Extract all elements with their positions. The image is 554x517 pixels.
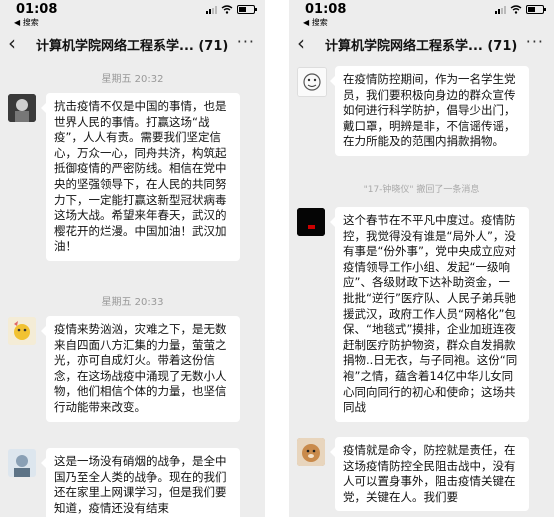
back-arrow-icon[interactable]: ‹ — [297, 31, 305, 55]
chat-screen-left: 01:08 ◀ 搜索 ‹ 计算机学院网络工程系学... (71) ··· 星期五… — [0, 0, 265, 517]
back-to-search-link[interactable]: ◀ 搜索 — [14, 17, 39, 28]
message-bubble[interactable]: 在疫情防控期间，作为一名学生党员，我们要积极向身边的群众宣传如何进行科学防护，倡… — [330, 66, 529, 156]
status-time: 01:08 — [16, 2, 58, 17]
wifi-icon — [510, 5, 522, 14]
back-to-search-link[interactable]: ◀ 搜索 — [303, 17, 328, 28]
chat-title: 计算机学院网络工程系学... (71) — [325, 35, 518, 54]
group-name: 计算机学院网络工程系学... — [36, 39, 194, 54]
message-timestamp: 星期五 20:33 — [101, 297, 164, 308]
more-options-icon[interactable]: ··· — [526, 32, 544, 51]
message-bubble[interactable]: 疫情就是命令，防控就是责任，在这场疫情防控全民阻击战中，没有人可以置身事外，阻击… — [330, 437, 529, 512]
message-bubble[interactable]: 疫情来势汹汹，灾难之下，是无数来自四面八方汇集的力量，萤萤之光，亦可自成灯火。带… — [41, 316, 240, 422]
status-bar: 01:08 ◀ 搜索 — [0, 0, 265, 28]
status-bar: 01:08 ◀ 搜索 — [289, 0, 554, 28]
message-timestamp: 星期五 20:32 — [101, 74, 164, 85]
status-icons — [495, 5, 546, 14]
member-count: (71) — [487, 39, 518, 54]
more-options-icon[interactable]: ··· — [237, 32, 255, 51]
group-name: 计算机学院网络工程系学... — [325, 39, 483, 54]
chat-screen-right: 01:08 ◀ 搜索 ‹ 计算机学院网络工程系学... (71) ··· 在疫情… — [289, 0, 554, 517]
chat-header: ‹ 计算机学院网络工程系学... (71) ··· — [0, 28, 265, 60]
back-arrow-icon[interactable]: ‹ — [8, 31, 16, 55]
status-time: 01:08 — [305, 2, 347, 17]
message-bubble[interactable]: 抗击疫情不仅是中国的事情，也是世界人民的事情。打赢这场“战疫”，人人有责。需要我… — [41, 93, 240, 261]
avatar[interactable] — [8, 317, 36, 345]
avatar[interactable] — [8, 449, 36, 477]
cellular-signal-icon — [206, 5, 217, 14]
status-icons — [206, 5, 257, 14]
message-bubble[interactable]: 这个春节在不平凡中度过。疫情防控，我觉得没有谁是“局外人”，没有事是“份外事”，… — [330, 207, 529, 422]
chat-title: 计算机学院网络工程系学... (71) — [36, 35, 229, 54]
wifi-icon — [221, 5, 233, 14]
cellular-signal-icon — [495, 5, 506, 14]
battery-icon — [237, 5, 257, 14]
avatar[interactable] — [297, 208, 325, 236]
member-count: (71) — [198, 39, 229, 54]
avatar[interactable] — [297, 438, 325, 466]
battery-icon — [526, 5, 546, 14]
avatar[interactable] — [297, 67, 327, 97]
avatar[interactable] — [8, 94, 36, 122]
message-bubble[interactable]: 这是一场没有硝烟的战争，是全中国乃至全人类的战争。现在的我们还在家里上网课学习，… — [41, 448, 240, 517]
recall-notice: "17-钟晓仪" 撤回了一条消息 — [363, 185, 480, 195]
chat-header: ‹ 计算机学院网络工程系学... (71) ··· — [289, 28, 554, 60]
